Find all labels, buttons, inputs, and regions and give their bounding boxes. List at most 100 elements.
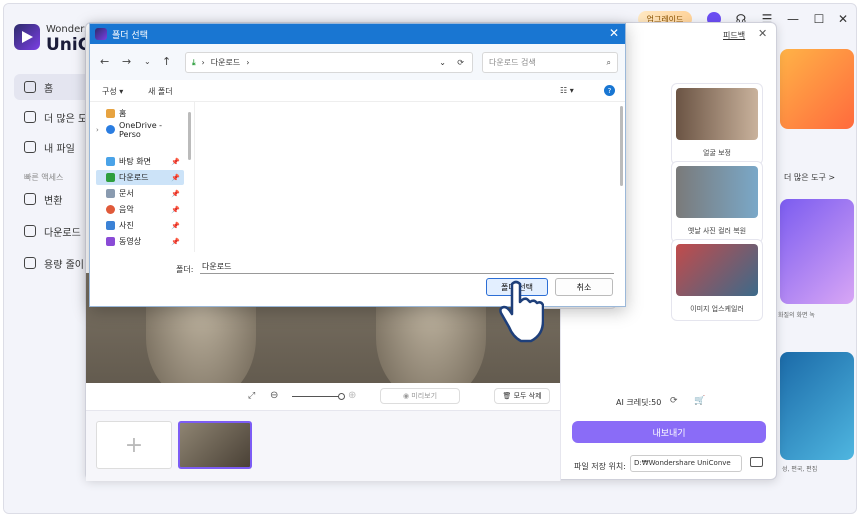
tool-colorize[interactable]: 옛날 사진 컬러 복원	[671, 161, 763, 243]
folder-name-field[interactable]: 다운로드	[200, 259, 614, 274]
search-icon: ⌕	[606, 57, 611, 67]
pin-icon: 📌	[171, 237, 180, 246]
hand-cursor-icon	[499, 280, 544, 343]
tool-label: 얼굴 보정	[703, 149, 731, 157]
sidebar-item-label: 다운로드	[44, 227, 81, 239]
download-icon	[106, 173, 115, 182]
tool-face-enhance[interactable]: 얼굴 보정	[671, 83, 763, 165]
close-icon[interactable]: ✕	[836, 12, 850, 26]
more-tools-link[interactable]: 더 많은 도구 >	[784, 172, 835, 183]
cancel-button[interactable]: 취소	[555, 278, 613, 296]
close-icon[interactable]: ✕	[609, 26, 619, 40]
organize-menu[interactable]: 구성 ▾	[102, 86, 123, 97]
video-icon	[106, 237, 115, 246]
tool-thumb	[676, 166, 758, 218]
tool-thumb	[676, 244, 758, 296]
up-icon[interactable]: ↑	[162, 55, 171, 68]
minimize-icon[interactable]: —	[786, 12, 800, 26]
zoom-slider[interactable]	[292, 396, 342, 397]
picture-icon	[106, 221, 115, 230]
search-input[interactable]: 다운로드 검색 ⌕	[482, 52, 618, 73]
refresh-icon[interactable]: ⟳	[457, 58, 464, 67]
chevron-down-icon[interactable]: ⌄	[144, 57, 151, 66]
dialog-title: 폴더 선택	[112, 30, 148, 41]
tree-item-downloads[interactable]: 다운로드 📌	[96, 170, 184, 185]
pin-icon: 📌	[171, 189, 180, 198]
tree-label: 홈	[119, 109, 127, 118]
delete-all-label: 모두 삭제	[513, 392, 542, 400]
zoom-slider-handle[interactable]	[338, 393, 345, 400]
preview-controls: ⤢ ⊖ ⊕ ◉ 미리보기 🗑 모두 삭제	[86, 383, 560, 411]
compress-icon	[24, 257, 36, 269]
pin-icon: 📌	[171, 173, 180, 182]
maximize-icon[interactable]: ☐	[812, 12, 826, 26]
tree-item-onedrive[interactable]: › OneDrive - Perso	[96, 120, 184, 139]
delete-all-button[interactable]: 🗑 모두 삭제	[494, 388, 550, 404]
download-icon: ⤓	[192, 57, 196, 67]
organize-label: 구성	[102, 87, 117, 96]
promo-text: 성, 편국, 편집	[782, 466, 818, 473]
tree-item-documents[interactable]: 문서 📌	[96, 186, 184, 201]
sidebar-item-label: 내 파일	[44, 143, 75, 155]
tree-label: 바탕 화면	[119, 157, 151, 166]
tree-label: 음악	[119, 205, 134, 214]
tree-label: 사진	[119, 221, 134, 230]
cart-icon[interactable]: 🛒	[694, 396, 705, 406]
chevron-down-icon[interactable]: ⌄	[439, 58, 446, 67]
preview-button[interactable]: ◉ 미리보기	[380, 388, 460, 404]
cloud-icon	[106, 125, 115, 134]
tree-item-videos[interactable]: 동영상 📌	[96, 234, 184, 249]
content-scrollbar[interactable]	[620, 106, 623, 186]
tree-item-music[interactable]: 음악 📌	[96, 202, 184, 217]
home-icon	[106, 109, 115, 118]
save-location-select[interactable]: D:₩Wondershare UniConve	[630, 455, 742, 472]
zoom-in-icon[interactable]: ⊕	[348, 390, 356, 401]
pin-icon: 📌	[171, 157, 180, 166]
logo-text-top: Wonders	[46, 24, 90, 35]
address-text: 다운로드	[210, 58, 241, 67]
chevron-right-icon[interactable]: ›	[96, 126, 99, 134]
navigation-pane: 홈 › OneDrive - Perso 바탕 화면 📌 다운로드 📌 문서 📌…	[90, 102, 190, 252]
tool-upscaler[interactable]: 이미지 업스케일러	[671, 239, 763, 321]
tree-item-home[interactable]: 홈	[96, 106, 184, 121]
tree-label: OneDrive - Perso	[119, 120, 163, 139]
refresh-icon[interactable]: ⟳	[670, 396, 678, 406]
desktop-icon	[106, 157, 115, 166]
preview-label: 미리보기	[411, 392, 438, 400]
folder-select-dialog: 폴더 선택 ✕ ← → ⌄ ↑ ⤓ › 다운로드 › ⌄ ⟳ 다운로드 검색 ⌕…	[89, 23, 626, 307]
ai-credits: AI 크레딧:50	[616, 398, 662, 407]
zoom-out-icon[interactable]: ⊖	[270, 390, 278, 401]
promo-card-recorder[interactable]	[780, 199, 854, 304]
back-icon[interactable]: ←	[100, 55, 109, 68]
chevron-right-icon: ›	[201, 58, 205, 67]
tree-item-pictures[interactable]: 사진 📌	[96, 218, 184, 233]
thumbnail-strip: +	[86, 411, 560, 481]
promo-card-text[interactable]	[780, 352, 854, 460]
download-icon	[24, 225, 36, 237]
trash-icon: 🗑	[502, 392, 514, 400]
new-folder-button[interactable]: 새 폴더	[148, 86, 173, 97]
promo-card-video[interactable]	[780, 49, 854, 129]
export-button[interactable]: 내보내기	[572, 421, 766, 443]
view-options-icon[interactable]: ☷ ▾	[560, 86, 574, 95]
help-icon[interactable]: ?	[604, 85, 615, 96]
tool-label: 이미지 업스케일러	[690, 305, 744, 313]
folder-icon[interactable]	[750, 457, 763, 467]
sidebar-item-label: 더 많은 도	[44, 113, 88, 125]
chevron-right-icon: ›	[246, 58, 250, 67]
tree-label: 동영상	[119, 237, 142, 246]
save-location-label: 파일 저장 위치:	[574, 462, 626, 471]
sidebar-item-label: 변환	[44, 195, 63, 207]
fit-screen-icon[interactable]: ⤢	[248, 391, 255, 401]
quick-access-label: 빠른 액세스	[24, 173, 64, 182]
folder-field-label: 폴더:	[176, 265, 194, 274]
forward-icon[interactable]: →	[122, 55, 131, 68]
nav-scrollbar[interactable]	[188, 112, 191, 160]
add-file-button[interactable]: +	[96, 421, 172, 469]
sidebar-item-label: 용량 줄이	[44, 259, 84, 271]
tree-item-desktop[interactable]: 바탕 화면 📌	[96, 154, 184, 169]
grid-icon	[24, 111, 36, 123]
address-bar[interactable]: ⤓ › 다운로드 › ⌄ ⟳	[185, 52, 473, 73]
folder-content-pane[interactable]	[194, 102, 614, 252]
thumbnail-item[interactable]	[178, 421, 252, 469]
